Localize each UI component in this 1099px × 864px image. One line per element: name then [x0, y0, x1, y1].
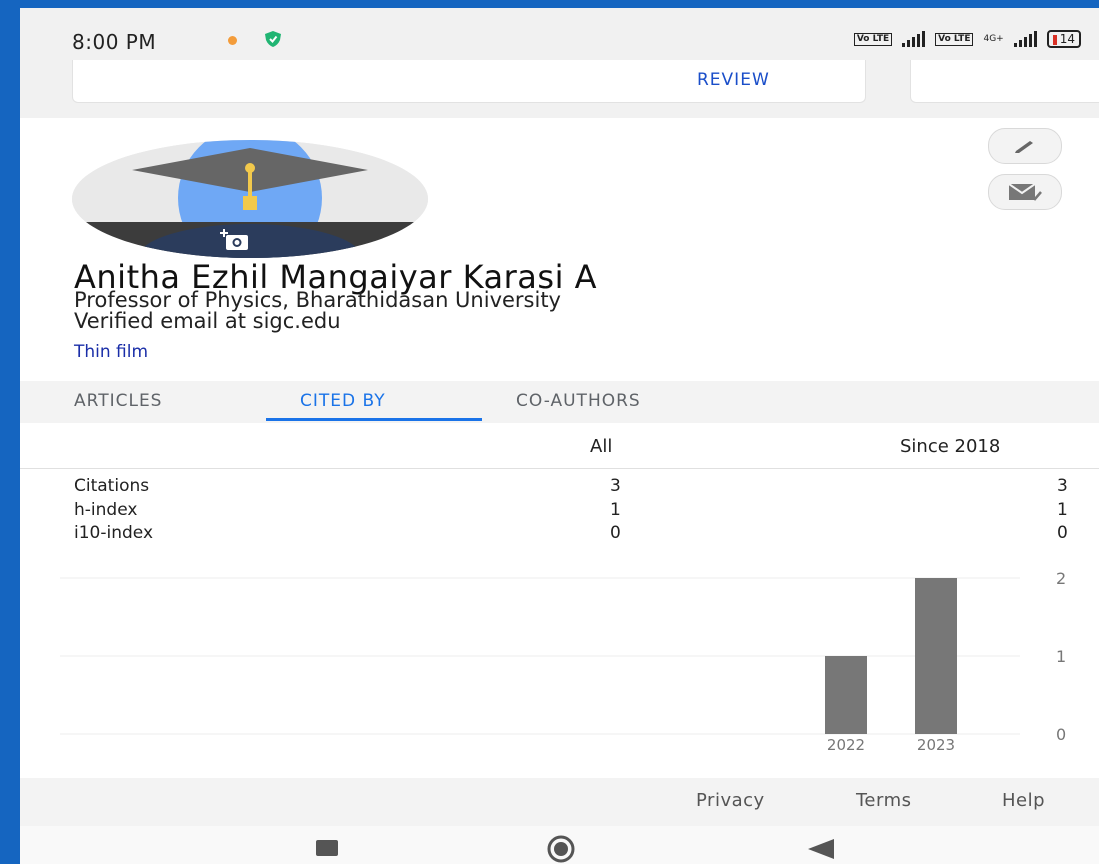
status-bar: 8:00 PM Vo LTE Vo LTE 4G+ 14	[20, 8, 1099, 60]
battery-icon: 14	[1046, 30, 1081, 48]
row-value-since: 0	[1057, 523, 1068, 543]
column-header-all: All	[590, 436, 613, 457]
follow-email-button[interactable]	[988, 174, 1062, 210]
author-email: Verified email at sigc.edu	[74, 309, 341, 333]
row-label: h-index	[74, 500, 138, 520]
row-value-all: 0	[610, 523, 621, 543]
row-label: Citations	[74, 476, 150, 496]
review-strip: REVIEW	[20, 60, 1099, 118]
signal-icon	[902, 31, 926, 47]
row-value-all: 3	[610, 476, 621, 496]
review-button[interactable]: REVIEW	[697, 70, 770, 90]
volte-icon: Vo LTE	[853, 32, 893, 46]
citations-bar-chart: 0 1 2 2022 2023	[60, 569, 1066, 754]
tab-articles[interactable]: ARTICLES	[74, 391, 162, 411]
add-photo-icon[interactable]	[220, 228, 250, 252]
mail-check-icon	[1008, 183, 1042, 201]
edit-profile-button[interactable]	[988, 128, 1062, 164]
help-link[interactable]: Help	[1002, 790, 1045, 811]
y-tick-label: 1	[1056, 647, 1066, 666]
system-nav-bar	[20, 826, 1099, 864]
battery-level: 14	[1059, 32, 1075, 46]
recents-icon[interactable]	[316, 840, 338, 856]
review-card: REVIEW	[72, 60, 866, 103]
pencil-icon	[1015, 141, 1033, 153]
column-header-since: Since 2018	[900, 436, 1001, 457]
table-row: h-index 1 1	[20, 500, 1099, 524]
privacy-link[interactable]: Privacy	[696, 790, 765, 811]
back-icon[interactable]	[808, 839, 834, 859]
row-value-since: 1	[1057, 500, 1068, 520]
research-interest-link[interactable]: Thin film	[74, 342, 148, 362]
signal-icon-2	[1013, 31, 1037, 47]
notification-dot-icon	[228, 36, 237, 45]
home-icon[interactable]	[546, 834, 576, 864]
tab-co-authors[interactable]: CO-AUTHORS	[516, 391, 641, 411]
y-tick-label: 2	[1056, 569, 1066, 588]
table-row: i10-index 0 0	[20, 523, 1099, 547]
footer: Privacy Terms Help	[20, 778, 1099, 826]
chart-bar[interactable]	[825, 656, 867, 734]
shield-icon	[265, 31, 281, 47]
graduation-cap-icon	[72, 140, 428, 258]
row-value-since: 3	[1057, 476, 1068, 496]
active-tab-indicator	[266, 418, 482, 421]
terms-link[interactable]: Terms	[856, 790, 912, 811]
volte-icon-2: Vo LTE	[935, 32, 974, 46]
profile-tabs: ARTICLES CITED BY CO-AUTHORS	[20, 381, 1099, 423]
tab-cited-by[interactable]: CITED BY	[300, 391, 386, 411]
status-time: 8:00 PM	[72, 30, 157, 54]
phone-screen: 8:00 PM Vo LTE Vo LTE 4G+ 14 REVIEW Anit…	[20, 8, 1099, 864]
table-row: Citations 3 3	[20, 476, 1099, 500]
row-value-all: 1	[610, 500, 621, 520]
table-divider	[20, 468, 1099, 469]
chart-bar[interactable]	[915, 578, 957, 734]
review-card-next[interactable]	[910, 60, 1099, 103]
profile-avatar[interactable]	[72, 140, 428, 258]
row-label: i10-index	[74, 523, 153, 543]
x-tick-label: 2023	[917, 736, 955, 754]
x-tick-label: 2022	[827, 736, 865, 754]
y-tick-label: 0	[1056, 725, 1066, 744]
network-type: 4G+	[983, 33, 1004, 44]
